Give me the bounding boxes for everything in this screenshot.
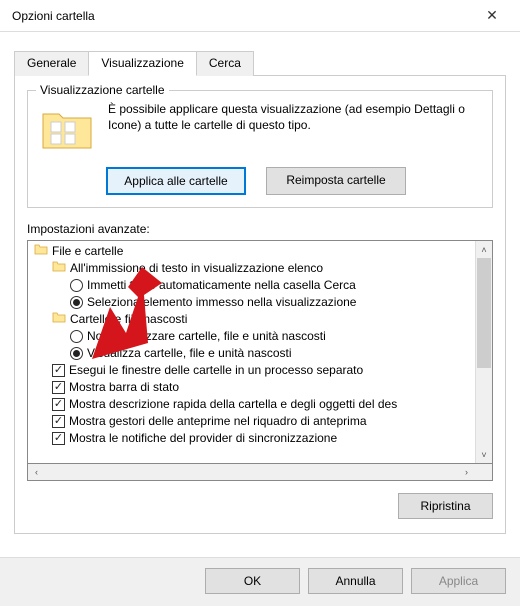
tree-row-1: All'immissione di testo in visualizzazio…: [32, 260, 475, 277]
cancel-button[interactable]: Annulla: [308, 568, 403, 594]
tab-strip: Generale Visualizzazione Cerca: [14, 50, 506, 76]
tree-row-11[interactable]: ✓ Mostra le notifiche del provider di sin…: [32, 430, 475, 447]
tree-row-label: Mostra gestori delle anteprime nel riqua…: [69, 413, 367, 430]
chevron-up-icon: ˄: [481, 245, 486, 255]
tree-row-8[interactable]: ✓ Mostra barra di stato: [32, 379, 475, 396]
folder-views-title: Visualizzazione cartelle: [36, 83, 169, 97]
tree-row-0: File e cartelle: [32, 243, 475, 260]
radio-icon: [70, 279, 83, 292]
folder-views-desc: È possibile applicare questa visualizzaz…: [108, 101, 480, 157]
reset-folders-button[interactable]: Reimposta cartelle: [266, 167, 406, 195]
folder-icon: [52, 311, 70, 328]
hscroll[interactable]: ‹ ›: [27, 464, 493, 481]
chevron-left-icon: ‹: [35, 467, 38, 477]
apply-to-folders-button[interactable]: Applica alle cartelle: [106, 167, 246, 195]
scroll-right-button[interactable]: ›: [458, 464, 475, 480]
tree-row-label: Mostra le notifiche del provider di sinc…: [69, 430, 337, 447]
tab-general[interactable]: Generale: [14, 51, 89, 76]
close-button[interactable]: ✕: [472, 2, 512, 30]
tree-row-label: Cartelle e file nascosti: [70, 311, 187, 328]
tree-row-label: Mostra descrizione rapida della cartella…: [69, 396, 397, 413]
tree-row-label: All'immissione di testo in visualizzazio…: [70, 260, 323, 277]
dialog-button-row: OK Annulla Applica: [0, 557, 520, 606]
window-title: Opzioni cartella: [12, 9, 472, 23]
vscroll-thumb[interactable]: [477, 258, 491, 368]
tree-row-4: Cartelle e file nascosti: [32, 311, 475, 328]
advanced-tree[interactable]: File e cartelleAll'immissione di testo i…: [27, 240, 493, 464]
checkbox-icon: ✓: [52, 398, 65, 411]
folder-icon: [52, 260, 70, 277]
checkbox-icon: ✓: [52, 432, 65, 445]
tab-search[interactable]: Cerca: [196, 51, 254, 76]
tree-row-label: Non visualizzare cartelle, file e unità …: [87, 328, 326, 345]
tree-row-label: Visualizza cartelle, file e unità nascos…: [87, 345, 292, 362]
scroll-corner: [475, 464, 492, 480]
chevron-right-icon: ›: [465, 467, 468, 477]
vscroll[interactable]: ˄ ˅: [475, 241, 492, 463]
tree-row-9[interactable]: ✓ Mostra descrizione rapida della cartell…: [32, 396, 475, 413]
folder-icon: [34, 243, 52, 260]
tree-row-7[interactable]: ✓ Esegui le finestre delle cartelle in un…: [32, 362, 475, 379]
tab-view[interactable]: Visualizzazione: [88, 51, 197, 76]
tree-row-label: Immetti testo automaticamente nella case…: [87, 277, 356, 294]
chevron-down-icon: ˅: [481, 450, 486, 460]
scroll-down-button[interactable]: ˅: [476, 446, 492, 463]
apply-button[interactable]: Applica: [411, 568, 506, 594]
tree-row-label: File e cartelle: [52, 243, 123, 260]
close-icon: ✕: [486, 7, 498, 24]
hscroll-track[interactable]: [45, 464, 458, 480]
titlebar: Opzioni cartella ✕: [0, 0, 520, 32]
tree-row-2[interactable]: Immetti testo automaticamente nella case…: [32, 277, 475, 294]
tree-row-label: Mostra barra di stato: [69, 379, 179, 396]
tree-row-3[interactable]: Seleziona elemento immesso nella visuali…: [32, 294, 475, 311]
radio-icon: [70, 330, 83, 343]
tree-row-label: Seleziona elemento immesso nella visuali…: [87, 294, 356, 311]
folder-views-group: Visualizzazione cartelle È possibile app…: [27, 90, 493, 208]
radio-icon: [70, 347, 83, 360]
advanced-label: Impostazioni avanzate:: [27, 222, 493, 236]
restore-defaults-button[interactable]: Ripristina: [398, 493, 493, 519]
checkbox-icon: ✓: [52, 415, 65, 428]
checkbox-icon: ✓: [52, 381, 65, 394]
checkbox-icon: ✓: [52, 364, 65, 377]
tree-row-6[interactable]: Visualizza cartelle, file e unità nascos…: [32, 345, 475, 362]
ok-button[interactable]: OK: [205, 568, 300, 594]
tree-row-label: Esegui le finestre delle cartelle in un …: [69, 362, 363, 379]
radio-icon: [70, 296, 83, 309]
tree-row-10[interactable]: ✓ Mostra gestori delle anteprime nel riqu…: [32, 413, 475, 430]
folder-icon: [40, 101, 96, 157]
scroll-up-button[interactable]: ˄: [476, 241, 492, 258]
scroll-left-button[interactable]: ‹: [28, 464, 45, 480]
tree-row-5[interactable]: Non visualizzare cartelle, file e unità …: [32, 328, 475, 345]
vscroll-track[interactable]: [476, 258, 492, 446]
tab-panel-view: Visualizzazione cartelle È possibile app…: [14, 76, 506, 534]
